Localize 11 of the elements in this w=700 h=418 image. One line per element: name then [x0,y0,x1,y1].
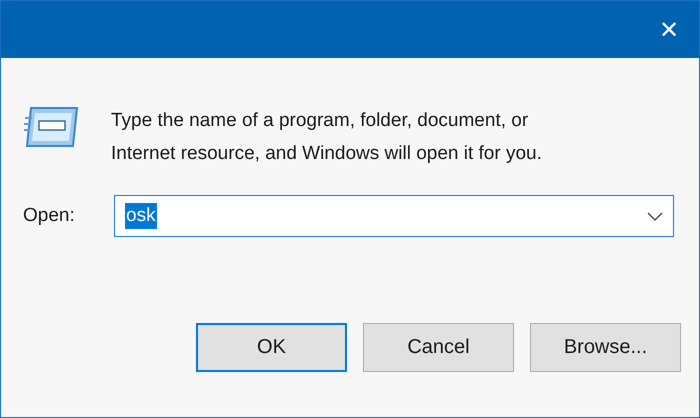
dialog-button[interactable]: OK [196,323,347,372]
description-text: Internet resource, and Windows will open it for you. [111,142,542,166]
chevron-down-icon [647,212,663,220]
open-combo-box[interactable]: osk [114,195,674,237]
dialog-button[interactable]: Browse... [530,323,681,372]
dialog-button[interactable]: Cancel [363,323,514,372]
close-button[interactable]: ✕ [639,1,699,58]
selected-text: osk [125,203,157,229]
open-label: Open: [23,205,76,227]
run-icon [23,104,81,150]
description-text: Type the name of a program, folder, document, or [111,109,530,133]
